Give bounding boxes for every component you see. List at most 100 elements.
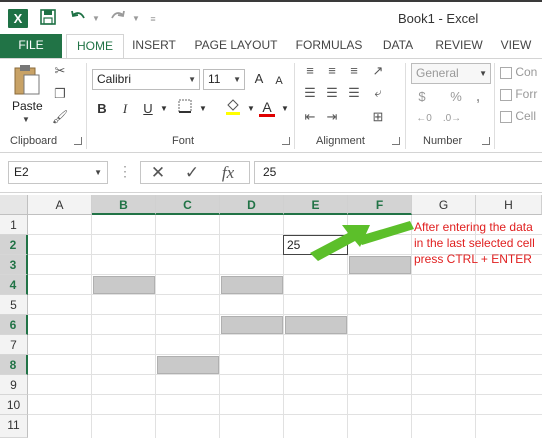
wrap-text-icon[interactable]: ⤶: [368, 83, 388, 103]
conditional-formatting-label: Con: [515, 65, 538, 79]
italic-button[interactable]: I: [116, 99, 134, 119]
undo-dropdown-icon[interactable]: ▼: [86, 9, 106, 29]
selected-cell-d6[interactable]: [221, 316, 283, 334]
paste-dropdown-icon[interactable]: ▼: [22, 115, 30, 124]
increase-indent-icon[interactable]: ⇥: [322, 107, 342, 127]
row-header-1[interactable]: 1: [0, 215, 28, 235]
tab-data[interactable]: DATA: [374, 34, 422, 58]
selected-cell-e6[interactable]: [285, 316, 347, 334]
tab-page-layout[interactable]: PAGE LAYOUT: [188, 34, 284, 58]
row-header-2[interactable]: 2: [0, 235, 28, 255]
borders-icon[interactable]: [176, 99, 194, 119]
decrease-decimal-icon[interactable]: .0→: [440, 109, 464, 129]
selected-cell-d4[interactable]: [221, 276, 283, 294]
tab-home[interactable]: HOME: [66, 34, 124, 59]
alignment-launcher-icon[interactable]: [392, 137, 400, 145]
underline-dropdown-icon[interactable]: ▼: [155, 99, 173, 119]
row-header-9[interactable]: 9: [0, 375, 28, 395]
customize-icon[interactable]: ≡: [143, 9, 163, 29]
gridline: [28, 354, 542, 355]
align-center-icon[interactable]: ☰: [322, 83, 342, 103]
enter-icon[interactable]: ✓: [177, 162, 207, 183]
cut-icon[interactable]: ✂: [50, 61, 70, 81]
bold-button[interactable]: B: [93, 99, 111, 119]
chevron-down-icon: ▼: [233, 75, 241, 84]
tab-file[interactable]: FILE: [0, 34, 62, 58]
comma-button[interactable]: ,: [468, 87, 488, 107]
column-header-b[interactable]: B: [92, 195, 156, 215]
shrink-font-button[interactable]: A: [270, 71, 288, 91]
increase-decimal-icon[interactable]: ←0: [412, 109, 436, 129]
grow-font-button[interactable]: A: [250, 69, 268, 89]
column-header-h[interactable]: H: [476, 195, 542, 215]
merge-center-icon[interactable]: ⊞: [368, 107, 388, 127]
format-as-table-icon: [500, 88, 512, 101]
select-all-corner[interactable]: [0, 195, 28, 215]
alignment-group-label: Alignment: [316, 135, 365, 147]
align-left-icon[interactable]: ☰: [300, 83, 320, 103]
row-header-5[interactable]: 5: [0, 295, 28, 315]
group-divider: [494, 63, 495, 149]
clipboard-launcher-icon[interactable]: [74, 137, 82, 145]
column-header-c[interactable]: C: [156, 195, 220, 215]
instruction-annotation: After entering the data in the last sele…: [414, 220, 535, 266]
column-header-d[interactable]: D: [220, 195, 284, 215]
font-color-button[interactable]: A: [258, 97, 276, 117]
cancel-icon[interactable]: ✕: [143, 162, 173, 183]
row-header-11[interactable]: 11: [0, 415, 28, 438]
tab-formulas[interactable]: FORMULAS: [290, 34, 368, 58]
top-align-icon[interactable]: ≡: [300, 61, 320, 81]
format-painter-icon[interactable]: 🖌: [50, 107, 70, 127]
name-box[interactable]: E2 ▼: [8, 161, 108, 184]
row-header-6[interactable]: 6: [0, 315, 28, 335]
copy-icon[interactable]: ❐: [50, 84, 70, 104]
fill-color-icon[interactable]: [224, 97, 242, 117]
font-launcher-icon[interactable]: [282, 137, 290, 145]
column-header-a[interactable]: A: [28, 195, 92, 215]
row-header-3[interactable]: 3: [0, 255, 28, 275]
row-header-4[interactable]: 4: [0, 275, 28, 295]
number-format-dropdown[interactable]: General ▼: [411, 63, 491, 84]
align-right-icon[interactable]: ☰: [344, 83, 364, 103]
format-as-table-button[interactable]: Forr: [500, 87, 542, 101]
gridline: [28, 294, 542, 295]
tab-view[interactable]: VIEW: [494, 34, 538, 58]
selected-cell-b4[interactable]: [93, 276, 155, 294]
gridline: [219, 215, 220, 438]
orientation-icon[interactable]: ↗: [368, 61, 388, 81]
font-color-dropdown-icon[interactable]: ▼: [276, 99, 294, 119]
conditional-formatting-button[interactable]: Con: [500, 65, 542, 79]
row-header-8[interactable]: 8: [0, 355, 28, 375]
paste-label[interactable]: Paste: [12, 99, 43, 113]
redo-icon[interactable]: [108, 9, 128, 29]
undo-icon[interactable]: [68, 9, 88, 29]
column-header-f[interactable]: F: [348, 195, 412, 215]
font-name-dropdown[interactable]: Calibri ▼: [92, 69, 200, 90]
percent-button[interactable]: %: [446, 87, 466, 107]
font-size-dropdown[interactable]: 11 ▼: [203, 69, 245, 90]
tab-insert[interactable]: INSERT: [128, 34, 180, 58]
formula-buttons: ✕ ✓ fx: [140, 161, 250, 184]
row-header-10[interactable]: 10: [0, 395, 28, 415]
gridline: [28, 334, 542, 335]
middle-align-icon[interactable]: ≡: [322, 61, 342, 81]
selected-cell-c8[interactable]: [157, 356, 219, 374]
borders-dropdown-icon[interactable]: ▼: [194, 99, 212, 119]
number-launcher-icon[interactable]: [482, 137, 490, 145]
cell-styles-button[interactable]: Cell: [500, 109, 542, 123]
column-header-e[interactable]: E: [284, 195, 348, 215]
save-icon[interactable]: [38, 9, 58, 29]
formula-input[interactable]: 25: [254, 161, 542, 184]
excel-logo-icon: X: [8, 9, 28, 28]
currency-icon[interactable]: $: [412, 87, 432, 107]
tab-review[interactable]: REVIEW: [428, 34, 490, 58]
row-header-7[interactable]: 7: [0, 335, 28, 355]
formula-bar: E2 ▼ ⋮ ✕ ✓ fx 25: [0, 153, 542, 193]
bottom-align-icon[interactable]: ≡: [344, 61, 364, 81]
gridline: [28, 314, 542, 315]
format-as-table-label: Forr: [515, 87, 538, 101]
insert-function-icon[interactable]: fx: [213, 162, 243, 183]
column-header-g[interactable]: G: [412, 195, 476, 215]
paste-icon[interactable]: [10, 63, 44, 99]
decrease-indent-icon[interactable]: ⇤: [300, 107, 320, 127]
